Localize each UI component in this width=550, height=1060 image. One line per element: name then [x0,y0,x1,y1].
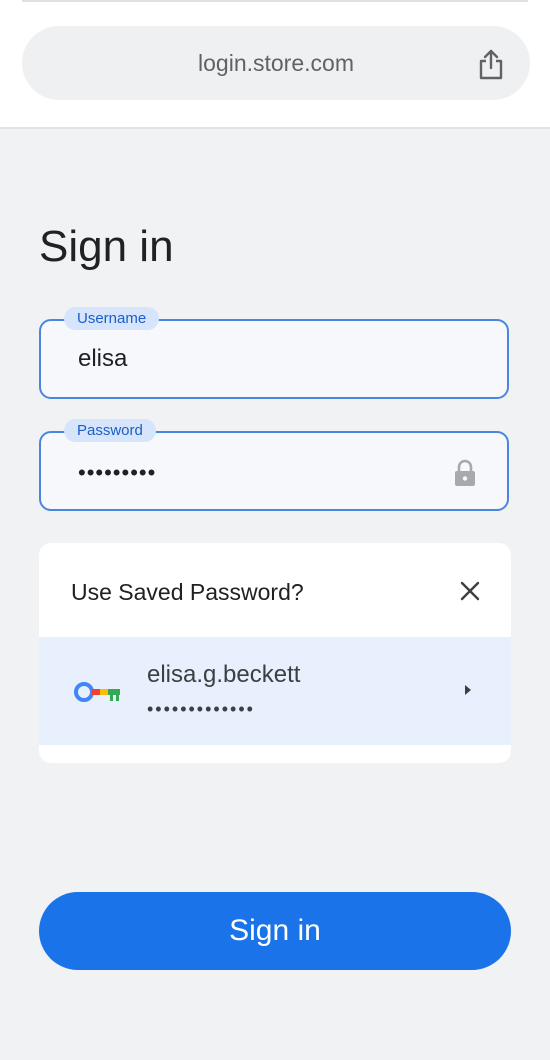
username-field[interactable]: Username elisa [39,307,509,399]
sign-in-button[interactable]: Sign in [39,892,511,970]
saved-account-masked-password: ••••••••••••• [147,699,255,719]
top-edge-divider [22,0,528,2]
password-field[interactable]: Password ••••••••• [39,419,509,511]
password-value[interactable]: ••••••••• [78,433,156,509]
saved-password-header: Use Saved Password? [39,543,511,637]
saved-account-username: elisa.g.beckett [147,661,301,688]
username-value[interactable]: elisa [78,321,127,397]
login-screen: login.store.com Sign in Username elisa P… [0,0,550,1060]
saved-account-row[interactable]: elisa.g.beckett ••••••••••••• [39,637,511,745]
saved-password-prompt: Use Saved Password? [71,579,304,605]
close-icon[interactable] [459,580,481,602]
lock-icon [455,459,475,486]
url-text[interactable]: login.store.com [22,26,530,100]
browser-top-bar: login.store.com [0,0,550,129]
saved-password-card: Use Saved Password? elisa.g.beckett ••••… [39,543,511,763]
chevron-right-icon [465,685,471,695]
address-bar[interactable]: login.store.com [22,26,530,100]
key-icon [74,682,120,702]
page-title: Sign in [39,222,174,271]
share-icon[interactable] [478,48,504,80]
